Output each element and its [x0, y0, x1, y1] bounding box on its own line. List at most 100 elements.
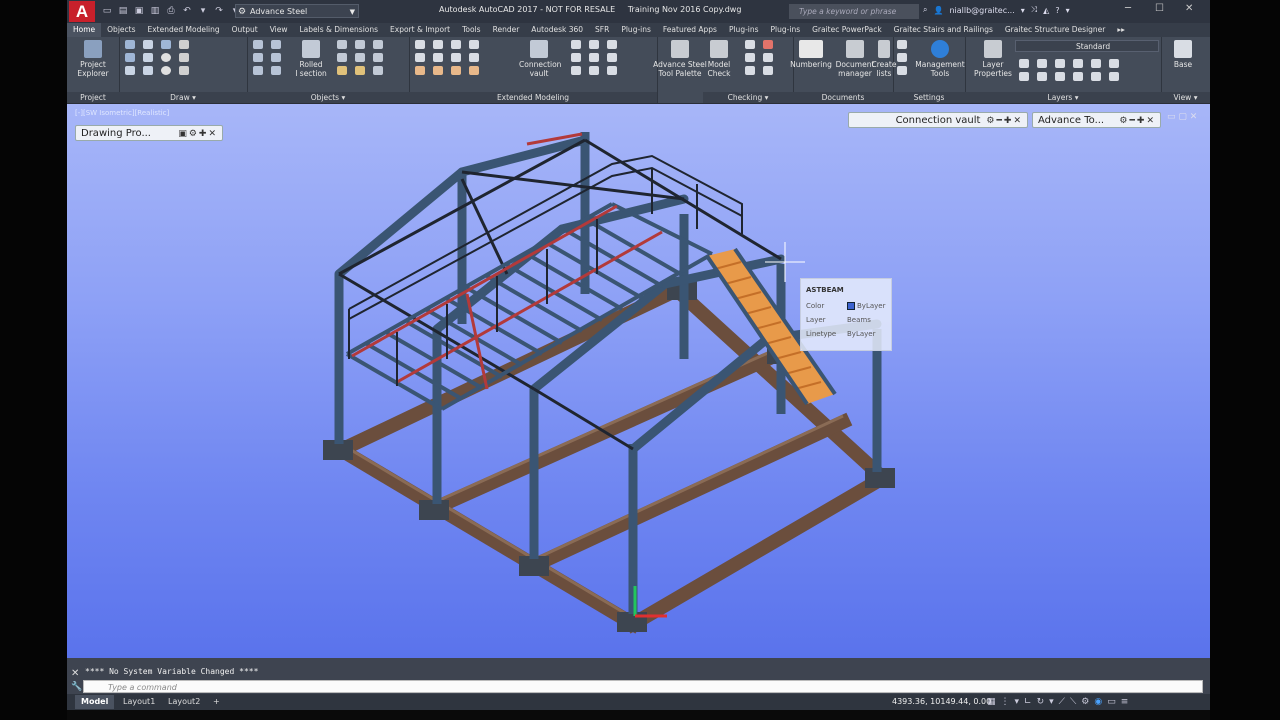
add-layout-button[interactable]: + — [207, 695, 226, 709]
management-tools-button[interactable]: Management Tools — [915, 40, 965, 78]
snap-toggle-icon[interactable]: ▾ — [1015, 695, 1020, 709]
tab-model[interactable]: Model — [75, 695, 115, 709]
settings-icon-1[interactable] — [897, 40, 907, 49]
tab-graitec-stairs-railings[interactable]: Graitec Stairs and Railings — [888, 23, 999, 37]
tube-icon[interactable] — [373, 40, 383, 49]
plot-icon[interactable]: ⎙ — [165, 5, 177, 17]
layer-tool-9-icon[interactable] — [1055, 72, 1065, 81]
tab-autodesk-360[interactable]: Autodesk 360 — [525, 23, 589, 37]
split-icon[interactable] — [433, 53, 443, 62]
workspace-switch-icon[interactable]: ⚙ — [1081, 695, 1089, 709]
layer-dropdown[interactable]: Standard — [1015, 40, 1159, 52]
tab-plug-ins-3[interactable]: Plug-ins — [765, 23, 807, 37]
settings-icon-2[interactable] — [897, 53, 907, 62]
connection-vault-button[interactable]: Connection vault — [519, 40, 561, 78]
base-plate-icon[interactable] — [451, 66, 461, 75]
layer-tool-4-icon[interactable] — [1073, 59, 1083, 68]
tab-export-import[interactable]: Export & Import — [384, 23, 456, 37]
rolled-i-section-button[interactable]: Rolled I section — [291, 40, 331, 78]
weld-icon[interactable] — [253, 66, 263, 75]
tab-layout1[interactable]: Layout1 — [117, 695, 161, 709]
ucs-icon[interactable] — [179, 66, 189, 75]
list-icon[interactable] — [745, 66, 755, 75]
spline-icon[interactable] — [125, 53, 135, 62]
shorten-icon[interactable] — [451, 40, 461, 49]
flat-bar-icon[interactable] — [337, 53, 347, 62]
box-icon[interactable] — [607, 53, 617, 62]
osnap-toggle-icon[interactable]: ▾ — [1049, 695, 1054, 709]
user-name[interactable]: niallb@graitec... — [949, 6, 1014, 15]
tab-home[interactable]: Home — [67, 23, 102, 37]
cone-icon[interactable] — [571, 53, 581, 62]
model-check-button[interactable]: Model Check — [699, 40, 739, 78]
saveas-icon[interactable]: ▥ — [149, 5, 161, 17]
arc-icon[interactable] — [161, 40, 171, 49]
layer-tool-5-icon[interactable] — [1091, 59, 1101, 68]
tab-extended-modeling[interactable]: Extended Modeling — [142, 23, 226, 37]
column-icon[interactable] — [271, 40, 281, 49]
numbering-button[interactable]: Numbering — [787, 40, 835, 69]
zee-icon[interactable] — [373, 53, 383, 62]
help-dropdown-icon[interactable]: ▾ — [1066, 6, 1070, 15]
mark-icon[interactable] — [763, 53, 773, 62]
customize-status-icon[interactable]: ≡ — [1121, 695, 1129, 709]
coordinates-readout[interactable]: 4393.36, 10149.44, 0.00 — [892, 695, 991, 709]
layer-tool-7-icon[interactable] — [1019, 72, 1029, 81]
help-icon[interactable]: ? — [1055, 6, 1059, 15]
base-view-button[interactable]: Base — [1163, 40, 1203, 69]
user-icon[interactable]: 👤 — [933, 6, 943, 15]
connection-icon[interactable] — [433, 66, 443, 75]
tab-graitec-structure-designer[interactable]: Graitec Structure Designer — [999, 23, 1112, 37]
torus-icon[interactable] — [589, 40, 599, 49]
wedge-icon[interactable] — [607, 66, 617, 75]
tab-layout2[interactable]: Layout2 — [162, 695, 206, 709]
grid-toggle-icon[interactable]: ⋮ — [1001, 695, 1010, 709]
settings-icon-3[interactable] — [897, 66, 907, 75]
circle-icon[interactable] — [161, 53, 171, 62]
annotation-scale-icon[interactable]: ⟍ — [1070, 695, 1076, 709]
tab-sfr[interactable]: SFR — [589, 23, 615, 37]
layer-tool-2-icon[interactable] — [1037, 59, 1047, 68]
layer-tool-8-icon[interactable] — [1037, 72, 1047, 81]
layer-tool-11-icon[interactable] — [1091, 72, 1101, 81]
pyramid-icon[interactable] — [571, 66, 581, 75]
tab-objects[interactable]: Objects — [101, 23, 141, 37]
maximize-icon[interactable]: ☐ — [1155, 3, 1164, 14]
ortho-toggle-icon[interactable]: ∟ — [1024, 695, 1032, 709]
layer-tool-12-icon[interactable] — [1109, 72, 1119, 81]
command-input[interactable]: Type a command — [83, 680, 1203, 693]
hardware-accel-icon[interactable]: ▭ — [1107, 695, 1116, 709]
search-input[interactable]: Type a keyword or phrase — [789, 4, 919, 19]
cylinder-icon[interactable] — [589, 53, 599, 62]
more-tabs-icon[interactable]: ▸▸ — [1111, 23, 1131, 37]
workspace-select[interactable]: ⚙ Advance Steel ▼ — [235, 4, 359, 18]
tab-view[interactable]: View — [264, 23, 294, 37]
line-icon[interactable] — [125, 40, 135, 49]
miter-icon[interactable] — [415, 53, 425, 62]
exchange-icon[interactable]: ⤨ — [1031, 5, 1037, 15]
layer-tool-3-icon[interactable] — [1055, 59, 1065, 68]
railing-icon[interactable] — [373, 66, 383, 75]
cart-icon[interactable]: ▾ — [1021, 6, 1025, 15]
layer-properties-button[interactable]: Layer Properties — [969, 40, 1017, 78]
polar-toggle-icon[interactable]: ↻ — [1037, 695, 1045, 709]
tab-tools[interactable]: Tools — [456, 23, 486, 37]
angle-icon[interactable] — [355, 40, 365, 49]
cope-icon[interactable] — [433, 40, 443, 49]
ellipse-icon[interactable] — [161, 66, 171, 75]
contour-icon[interactable] — [469, 53, 479, 62]
tab-plug-ins-2[interactable]: Plug-ins — [723, 23, 765, 37]
model-viewport[interactable]: [-][SW Isometric][Realistic] Drawing Pro… — [67, 104, 1210, 658]
region-icon[interactable] — [143, 66, 153, 75]
polygon-icon[interactable] — [125, 66, 135, 75]
tab-featured-apps[interactable]: Featured Apps — [657, 23, 723, 37]
grid-icon[interactable] — [179, 40, 189, 49]
close-icon[interactable]: ✕ — [1185, 3, 1193, 14]
project-explorer-button[interactable]: Project Explorer — [73, 40, 113, 78]
tab-graitec-powerpack[interactable]: Graitec PowerPack — [806, 23, 888, 37]
isolate-icon[interactable]: ◉ — [1094, 695, 1102, 709]
beam-icon[interactable] — [253, 40, 263, 49]
sphere-icon[interactable] — [589, 66, 599, 75]
arch-icon[interactable] — [571, 40, 581, 49]
lineweight-icon[interactable]: ⟋ — [1059, 695, 1065, 709]
